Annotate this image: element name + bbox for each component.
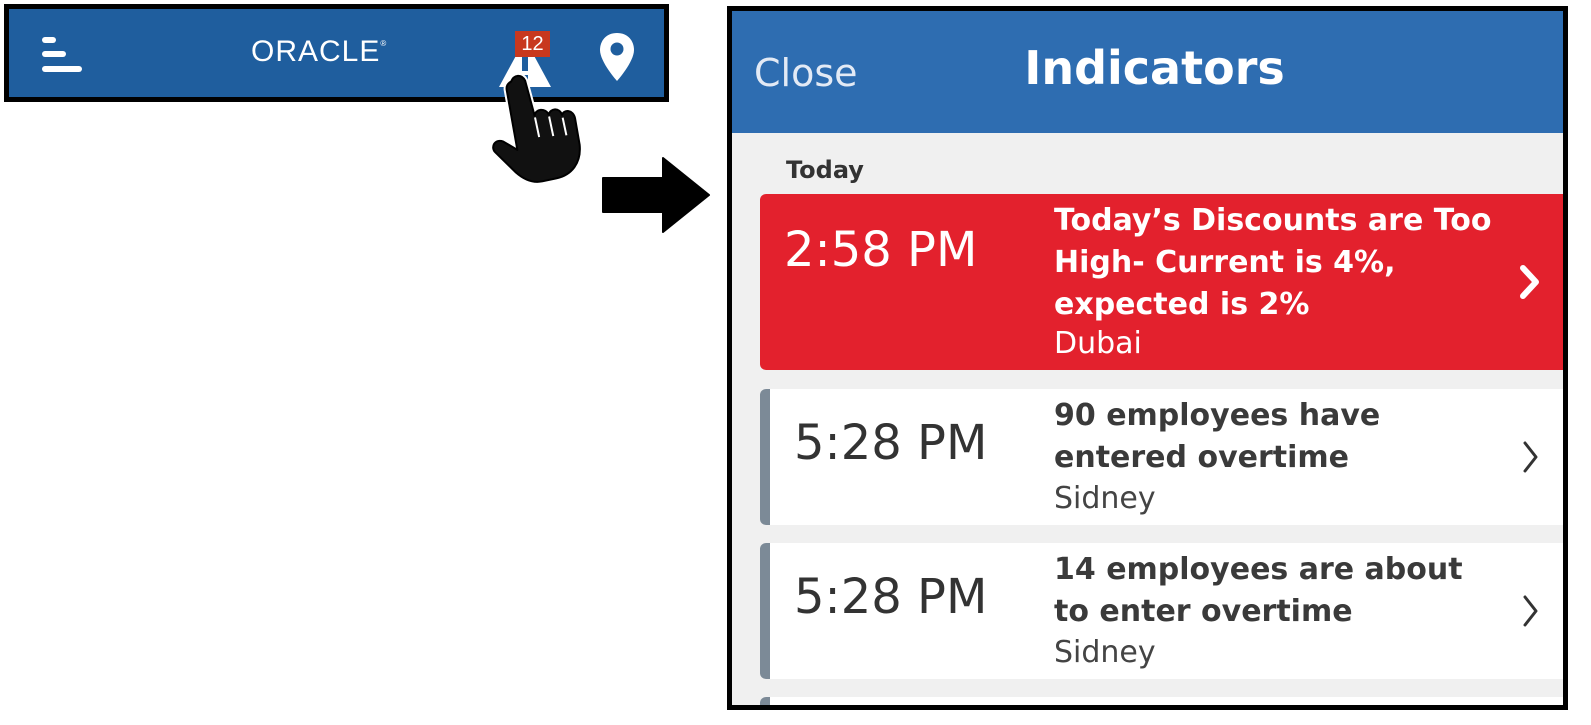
- indicator-location: Sidney: [1054, 635, 1156, 670]
- indicator-time: 2:58 PM: [784, 222, 978, 278]
- indicators-nav-bar: Close Indicators: [732, 11, 1563, 133]
- section-label-today: Today: [786, 156, 864, 184]
- indicator-location: Dubai: [1054, 326, 1142, 361]
- indicator-item-critical[interactable]: 2:58 PM Today’s Discounts are Too High- …: [760, 194, 1563, 370]
- indicator-location: Sidney: [1054, 481, 1156, 516]
- indicator-item[interactable]: 5:28 PM 90 employees have entered overti…: [760, 389, 1563, 525]
- indicator-time: 5:28 PM: [794, 415, 988, 471]
- indicator-item[interactable]: [760, 697, 1563, 705]
- indicators-screen: Close Indicators Today 2:58 PM Today’s D…: [727, 6, 1568, 710]
- indicator-item[interactable]: 5:28 PM 14 employees are about to enter …: [760, 543, 1563, 679]
- hamburger-menu-icon[interactable]: [42, 35, 86, 77]
- right-arrow-icon: [599, 154, 713, 236]
- chevron-right-icon: [1523, 441, 1538, 473]
- indicator-time: 5:28 PM: [794, 569, 988, 625]
- oracle-logo: ORACLE®: [251, 35, 388, 68]
- page-title: Indicators: [1024, 41, 1285, 95]
- pointing-hand-icon: [490, 72, 582, 185]
- alert-count-badge: 12: [515, 31, 550, 57]
- indicator-title: 90 employees have entered overtime: [1054, 398, 1381, 475]
- indicator-title: Today’s Discounts are Too High- Current …: [1054, 203, 1492, 322]
- chevron-right-icon: [1520, 265, 1539, 299]
- location-button[interactable]: [597, 31, 637, 87]
- chevron-right-icon: [1523, 595, 1538, 627]
- location-pin-icon: [600, 33, 634, 81]
- indicator-title: 14 employees are about to enter overtime: [1054, 552, 1463, 629]
